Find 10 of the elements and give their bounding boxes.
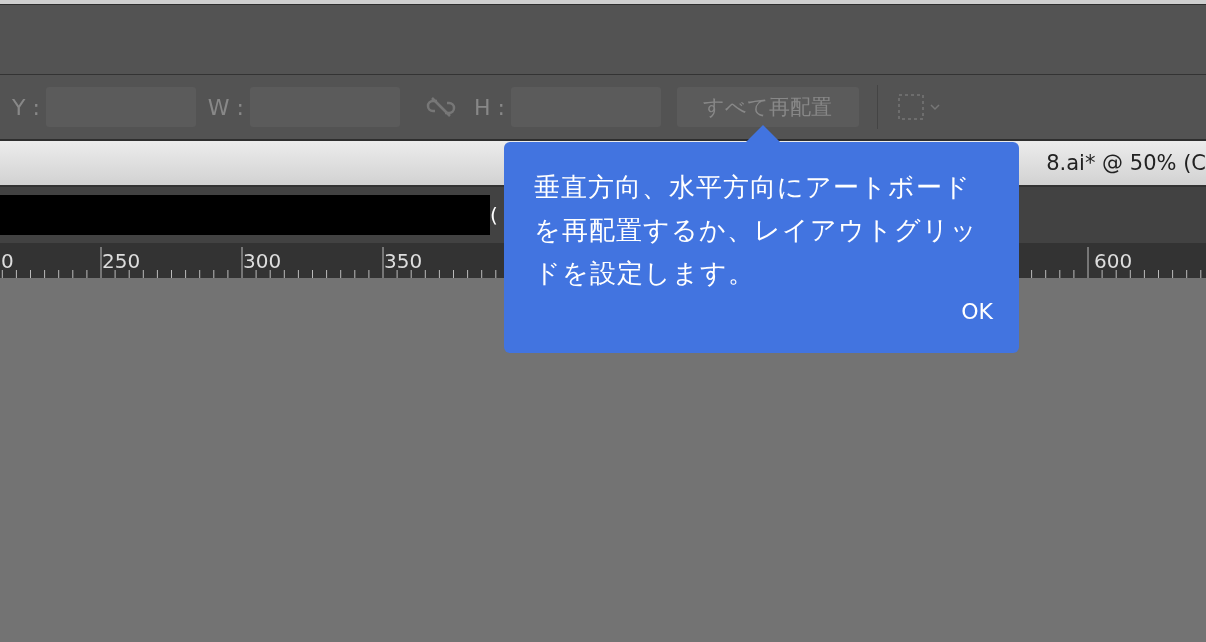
tooltip-text: 垂直方向、水平方向にアートボードを再配置するか、レイアウトグリッドを設定します。 [534,171,979,290]
broken-link-icon[interactable] [426,96,456,118]
ruler-label: 300 [243,249,282,273]
ruler-label: 0 [1,249,14,273]
ruler-label: 350 [384,249,423,273]
document-title: ( [490,203,498,227]
ruler-label: 250 [102,249,141,273]
ok-button[interactable]: OK [961,299,993,324]
ruler-label: 600 [1094,249,1133,273]
document-tab[interactable]: 8.ai* @ 50% (C [1046,151,1206,175]
